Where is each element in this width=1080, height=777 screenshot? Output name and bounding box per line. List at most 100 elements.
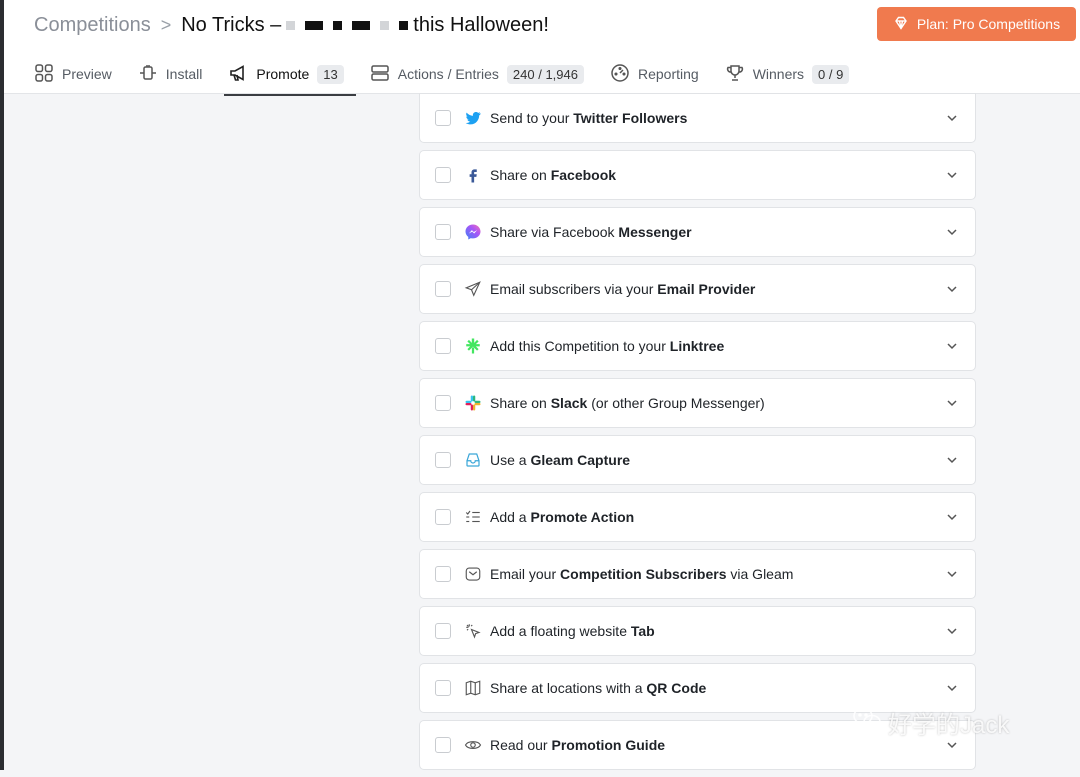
- item-checkbox[interactable]: [435, 623, 451, 639]
- item-checkbox[interactable]: [435, 110, 451, 126]
- item-label-bold: Tab: [630, 623, 655, 639]
- item-label: Add a Promote Action: [490, 509, 634, 525]
- item-label-text: Add this Competition to your: [490, 338, 670, 354]
- item-label-text: (or other Group Messenger): [587, 395, 765, 411]
- watermark: 好学的Jack: [852, 705, 1009, 740]
- redaction-block: [352, 20, 371, 30]
- list-item[interactable]: Share via Facebook Messenger: [419, 207, 976, 257]
- chevron-down-icon[interactable]: [945, 453, 959, 467]
- mail-icon: [464, 565, 482, 583]
- list-item[interactable]: Share on Facebook: [419, 150, 976, 200]
- gauge-icon: [610, 63, 630, 86]
- plan-button[interactable]: Plan: Pro Competitions: [877, 7, 1076, 41]
- item-label-text: Add a: [490, 509, 531, 525]
- item-label-text: Add a floating website: [490, 623, 631, 639]
- item-label: Use a Gleam Capture: [490, 452, 630, 468]
- item-label: Read our Promotion Guide: [490, 737, 665, 753]
- item-label: Send to your Twitter Followers: [490, 110, 687, 126]
- item-label-bold: QR Code: [646, 680, 707, 696]
- list-item[interactable]: Share on Slack (or other Group Messenger…: [419, 378, 976, 428]
- item-label-text: Share on: [490, 167, 551, 183]
- item-checkbox[interactable]: [435, 566, 451, 582]
- breadcrumb-competitions-link[interactable]: Competitions: [34, 14, 151, 37]
- tab-label: Actions / Entries: [397, 66, 499, 82]
- redaction-block: [305, 20, 324, 30]
- plug-icon: [138, 63, 158, 86]
- item-checkbox[interactable]: [435, 509, 451, 525]
- inbox-icon: [464, 451, 482, 469]
- chevron-down-icon[interactable]: [945, 282, 959, 296]
- list-item[interactable]: Add a floating website Tab: [419, 606, 976, 656]
- chevron-down-icon[interactable]: [945, 168, 959, 182]
- item-label-text: Share at locations with a: [490, 680, 647, 696]
- tab-actions-entries[interactable]: Actions / Entries 240 / 1,946: [370, 56, 584, 92]
- item-label-text: Use a: [490, 452, 531, 468]
- item-label: Email your Competition Subscribers via G…: [490, 566, 793, 582]
- tab-promote[interactable]: Promote 13: [224, 56, 357, 96]
- item-label: Add this Competition to your Linktree: [490, 338, 724, 354]
- messenger-icon: [464, 223, 482, 241]
- item-checkbox[interactable]: [435, 224, 451, 240]
- item-checkbox[interactable]: [435, 452, 451, 468]
- megaphone-icon: [228, 63, 248, 86]
- item-label-text: Share via Facebook: [490, 224, 619, 240]
- item-label-bold: Competition Subscribers: [560, 566, 727, 582]
- item-label-bold: Twitter Followers: [573, 110, 688, 126]
- facebook-icon: [464, 166, 482, 184]
- tab-label: Winners: [752, 66, 805, 82]
- tab-label: Promote: [256, 66, 310, 82]
- chevron-down-icon[interactable]: [945, 396, 959, 410]
- redaction-block: [333, 20, 343, 30]
- paper-plane-icon: [464, 280, 482, 298]
- list-item[interactable]: Email your Competition Subscribers via G…: [419, 549, 976, 599]
- page-title: No Tricks – this Halloween!: [181, 14, 549, 37]
- grid-icon: [34, 63, 54, 86]
- eye-icon: [464, 736, 482, 754]
- item-label-text: Email subscribers via your: [490, 281, 658, 297]
- list-item[interactable]: Use a Gleam Capture: [419, 435, 976, 485]
- item-checkbox[interactable]: [435, 338, 451, 354]
- chevron-down-icon[interactable]: [945, 225, 959, 239]
- twitter-icon: [464, 109, 482, 127]
- cursor-click-icon: [464, 622, 482, 640]
- left-edge-bar: [0, 0, 4, 770]
- item-label-text: Email your: [490, 566, 561, 582]
- tab-label: Preview: [62, 66, 112, 82]
- count-badge: 240 / 1,946: [506, 64, 584, 84]
- list-item[interactable]: Add this Competition to your Linktree: [419, 321, 976, 371]
- item-label: Add a floating website Tab: [490, 623, 655, 639]
- item-checkbox[interactable]: [435, 281, 451, 297]
- item-label-text: Read our: [490, 737, 552, 753]
- trophy-icon: [725, 63, 745, 86]
- tab-preview[interactable]: Preview: [34, 56, 112, 92]
- item-label: Share on Slack (or other Group Messenger…: [490, 395, 765, 411]
- chevron-down-icon[interactable]: [945, 567, 959, 581]
- item-label: Email subscribers via your Email Provide…: [490, 281, 755, 297]
- item-checkbox[interactable]: [435, 737, 451, 753]
- tab-winners[interactable]: Winners 0 / 9: [725, 56, 850, 92]
- item-label-text: Share on: [490, 395, 551, 411]
- list-item[interactable]: Add a Promote Action: [419, 492, 976, 542]
- chevron-down-icon[interactable]: [945, 339, 959, 353]
- item-label: Share on Facebook: [490, 167, 616, 183]
- item-label-bold: Gleam Capture: [530, 452, 631, 468]
- item-checkbox[interactable]: [435, 395, 451, 411]
- chevron-down-icon[interactable]: [945, 510, 959, 524]
- chevron-down-icon[interactable]: [945, 624, 959, 638]
- redaction-block: [380, 20, 390, 30]
- breadcrumb: Competitions > No Tricks – this Hallowee…: [34, 12, 549, 38]
- tab-reporting[interactable]: Reporting: [610, 56, 699, 92]
- chevron-down-icon[interactable]: [945, 738, 959, 752]
- list-item[interactable]: Email subscribers via your Email Provide…: [419, 264, 976, 314]
- item-checkbox[interactable]: [435, 680, 451, 696]
- tab-install[interactable]: Install: [138, 56, 202, 92]
- item-label-bold: Email Provider: [657, 281, 756, 297]
- chevron-down-icon[interactable]: [945, 111, 959, 125]
- redaction-block: [286, 20, 296, 30]
- chevron-down-icon[interactable]: [945, 681, 959, 695]
- tab-bar: Preview Install Promote 13 Actions / Ent…: [34, 56, 875, 96]
- chevron-right-icon: >: [160, 14, 172, 35]
- list-item[interactable]: Send to your Twitter Followers: [419, 93, 976, 143]
- header: Competitions > No Tricks – this Hallowee…: [4, 0, 1080, 96]
- item-checkbox[interactable]: [435, 167, 451, 183]
